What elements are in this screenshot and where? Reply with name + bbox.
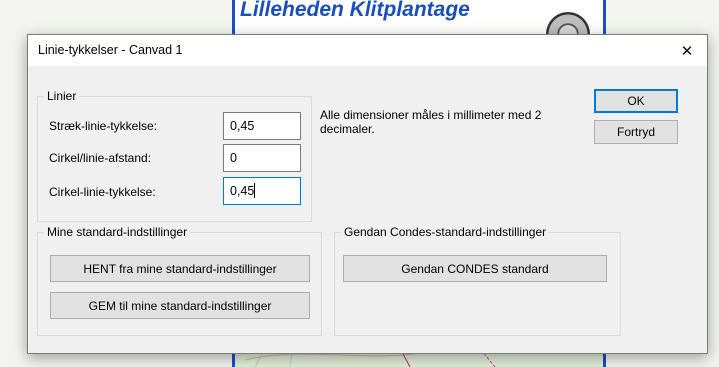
- condes-defaults-group-legend: Gendan Condes-standard-indstillinger: [344, 225, 547, 239]
- my-defaults-group-legend: Mine standard-indstillinger: [47, 225, 188, 239]
- map-title: Lilleheden Klitplantage: [240, 0, 470, 21]
- dialog-content: Linier Stræk-linie-tykkelse: 0,45 Cirkel…: [28, 66, 707, 353]
- lines-group-legend: Linier: [47, 89, 77, 103]
- circle-line-distance-label: Cirkel/linie-afstand:: [49, 151, 152, 165]
- save-my-defaults-button[interactable]: GEM til mine standard-indstillinger: [50, 292, 310, 319]
- circle-line-thickness-value: 0,45: [230, 184, 255, 198]
- stroke-thickness-label: Stræk-linie-tykkelse:: [49, 119, 158, 133]
- text-caret: [254, 183, 256, 198]
- close-icon: ✕: [680, 42, 694, 60]
- cancel-button[interactable]: Fortryd: [594, 120, 678, 144]
- circle-line-distance-input[interactable]: 0: [223, 144, 301, 172]
- load-my-defaults-button[interactable]: HENT fra mine standard-indstillinger: [50, 255, 310, 282]
- stroke-thickness-input[interactable]: 0,45: [223, 112, 301, 140]
- close-button[interactable]: ✕: [669, 36, 705, 65]
- dialog-title: Linie-tykkelser - Canvad 1: [38, 43, 183, 57]
- dimensions-info-text: Alle dimensioner måles i millimeter med …: [320, 108, 542, 136]
- line-thickness-dialog: Linie-tykkelser - Canvad 1 ✕ Linier Stræ…: [27, 34, 708, 354]
- restore-condes-defaults-button[interactable]: Gendan CONDES standard: [343, 255, 607, 282]
- dialog-titlebar: Linie-tykkelser - Canvad 1 ✕: [28, 35, 707, 66]
- ok-button[interactable]: OK: [594, 89, 678, 113]
- circle-line-thickness-label: Cirkel-linie-tykkelse:: [49, 185, 156, 199]
- circle-line-thickness-input[interactable]: 0,45: [223, 177, 301, 205]
